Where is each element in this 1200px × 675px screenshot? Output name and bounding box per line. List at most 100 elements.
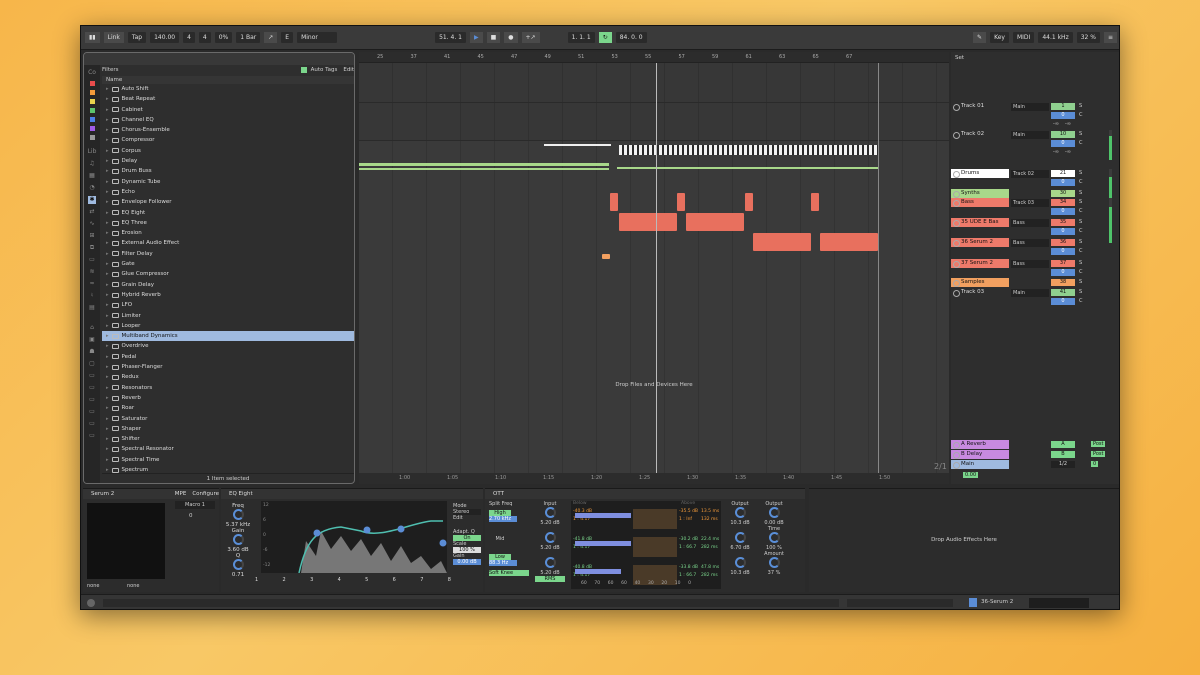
b3-above-thresh[interactable]: -33.8 dB: [679, 565, 698, 570]
time-marker[interactable]: 1:15: [543, 475, 554, 481]
browser-item[interactable]: ▸ Limiter: [102, 311, 354, 321]
plugins-icon[interactable]: ⧉: [88, 244, 96, 252]
expand-arrow-icon[interactable]: ▸: [106, 125, 109, 135]
band-node-6[interactable]: [397, 525, 405, 533]
track-volume[interactable]: 35: [1051, 219, 1075, 226]
cue-button[interactable]: C: [1079, 269, 1083, 275]
b2-attack[interactable]: 22.4 ms: [701, 537, 719, 542]
time-marker[interactable]: 1:40: [783, 475, 794, 481]
mid-band-toggle[interactable]: Mid: [489, 536, 511, 542]
clips-icon[interactable]: ▭: [88, 256, 96, 264]
band-toggle[interactable]: 6: [393, 577, 396, 589]
browser-item[interactable]: ▸ Erosion: [102, 228, 354, 238]
expand-arrow-icon[interactable]: ▸: [106, 311, 109, 321]
track-output-select[interactable]: Track 02: [1011, 170, 1049, 178]
bar-marker[interactable]: 47: [511, 54, 517, 60]
track-pan[interactable]: 0: [1051, 208, 1075, 215]
b3-release[interactable]: 282 ms: [701, 573, 718, 578]
expand-arrow-icon[interactable]: ▸: [106, 321, 109, 331]
freq-control[interactable]: Freq 5.37 kHz Gain 3.60 dB Q 0.71: [225, 503, 251, 578]
browser-item[interactable]: ▸ EQ Three: [102, 218, 354, 228]
plugin-display[interactable]: [87, 503, 165, 579]
b2-above-ratio[interactable]: 1 : 66.7: [679, 545, 696, 550]
time-marker[interactable]: 1:35: [735, 475, 746, 481]
track-output-select[interactable]: Bass: [1011, 260, 1049, 268]
midi-map-button[interactable]: MIDI: [1012, 32, 1035, 43]
input-low-knob[interactable]: [544, 557, 556, 568]
soft-knee-toggle[interactable]: Soft Knee: [489, 570, 529, 576]
loop-length-field[interactable]: 84. 0. 0: [615, 32, 647, 43]
b1-above-thresh[interactable]: -35.5 dB: [679, 509, 698, 514]
q-value[interactable]: 0.71: [225, 572, 251, 578]
input-mid-knob[interactable]: [544, 532, 556, 543]
folder-icon-5[interactable]: ▭: [88, 420, 96, 428]
browser-item[interactable]: ▸ Chorus-Ensemble: [102, 125, 354, 135]
output-low-value[interactable]: 10.3 dB: [725, 570, 755, 576]
track-output-select[interactable]: Track 03: [1011, 199, 1049, 207]
mixer-track[interactable]: Track 03 Main 41 S 0 C: [951, 288, 1119, 308]
mixer-track[interactable]: 35 UDE E Bas Bass 35 S 0 C: [951, 218, 1119, 238]
bar-marker[interactable]: 67: [846, 54, 852, 60]
cue-button[interactable]: C: [1079, 112, 1083, 118]
bar-marker[interactable]: 55: [645, 54, 651, 60]
track-pan[interactable]: 0: [1051, 179, 1075, 186]
eq-eight-title[interactable]: EQ Eight: [221, 489, 483, 499]
macro-1-value[interactable]: 0: [189, 513, 193, 519]
band-toggle[interactable]: 2: [283, 577, 286, 589]
browser-item[interactable]: ▸ Shaper: [102, 424, 354, 434]
expand-arrow-icon[interactable]: ▸: [106, 300, 109, 310]
expand-arrow-icon[interactable]: ▸: [106, 424, 109, 434]
current-project-icon[interactable]: ▢: [88, 360, 96, 368]
main-volume[interactable]: 0.00: [963, 472, 979, 478]
output-high-value[interactable]: 10.3 dB: [725, 520, 755, 526]
position-field[interactable]: 51. 4. 1: [435, 32, 466, 43]
scale-select[interactable]: Minor: [297, 32, 338, 43]
expand-arrow-icon[interactable]: ▸: [106, 352, 109, 362]
link-button[interactable]: Link: [103, 32, 124, 43]
band-toggle[interactable]: 8: [448, 577, 451, 589]
filters-label[interactable]: Filters: [102, 67, 119, 73]
tag-yellow-icon[interactable]: [89, 99, 95, 104]
expand-arrow-icon[interactable]: ▸: [106, 434, 109, 444]
expand-arrow-icon[interactable]: ▸: [106, 455, 109, 465]
browser-item[interactable]: ▸ Reverb: [102, 393, 354, 403]
time-marker[interactable]: 1:00: [399, 475, 410, 481]
bass-clip-a3[interactable]: [745, 193, 753, 211]
track-name[interactable]: Track 02: [951, 130, 1009, 139]
loop-end-marker[interactable]: [878, 63, 879, 473]
browser-item[interactable]: ▸ Shifter: [102, 434, 354, 444]
tag-purple-icon[interactable]: [89, 126, 95, 131]
device-drop-zone[interactable]: Drop Audio Effects Here: [809, 488, 1119, 592]
return-letter[interactable]: B: [1051, 451, 1075, 458]
solo-button[interactable]: S: [1079, 260, 1082, 266]
menu-icon[interactable]: ≡: [1103, 32, 1117, 43]
cue-button[interactable]: C: [1079, 179, 1083, 185]
send-b[interactable]: -∞: [1065, 149, 1071, 155]
track-pan[interactable]: 0: [1051, 140, 1075, 147]
band-node-8[interactable]: [439, 539, 447, 547]
browser-item[interactable]: ▸ Spectral Resonator: [102, 444, 354, 454]
expand-arrow-icon[interactable]: ▸: [106, 105, 109, 115]
browser-item[interactable]: ▸ Cabinet: [102, 105, 354, 115]
grooves-icon[interactable]: ≈: [88, 280, 96, 288]
browser-item[interactable]: ▸ Resonators: [102, 383, 354, 393]
high-freq-value[interactable]: 2.70 kHz: [489, 516, 517, 522]
bar-ruler[interactable]: 25 37 41 45 47 49 51 53 55 57 59 61 63 65 67: [359, 52, 949, 63]
mixer-track[interactable]: Track 02 Main 10 S 0 C -∞ -∞: [951, 130, 1119, 168]
midi-effects-icon[interactable]: ⇄: [88, 208, 96, 216]
bass-clip-a1[interactable]: [610, 193, 618, 211]
solo-button[interactable]: S: [1079, 279, 1082, 285]
return-post[interactable]: Post: [1091, 451, 1106, 457]
browser-item[interactable]: ▸ External Audio Effect: [102, 238, 354, 248]
bass-clip-c1[interactable]: [753, 233, 811, 251]
instruments-icon[interactable]: ◔: [88, 184, 96, 192]
expand-arrow-icon[interactable]: ▸: [106, 362, 109, 372]
name-column-header[interactable]: Name: [102, 76, 354, 84]
browser-item[interactable]: ▸ Compressor: [102, 135, 354, 145]
track-output-select[interactable]: Bass: [1011, 219, 1049, 227]
drums-icon[interactable]: ▦: [88, 172, 96, 180]
track-output-select[interactable]: Main: [1011, 289, 1049, 297]
loop-start-field[interactable]: 1. 1. 1: [567, 32, 595, 43]
amount-value[interactable]: 37 %: [759, 570, 789, 576]
tag-blue-icon[interactable]: [89, 117, 95, 122]
